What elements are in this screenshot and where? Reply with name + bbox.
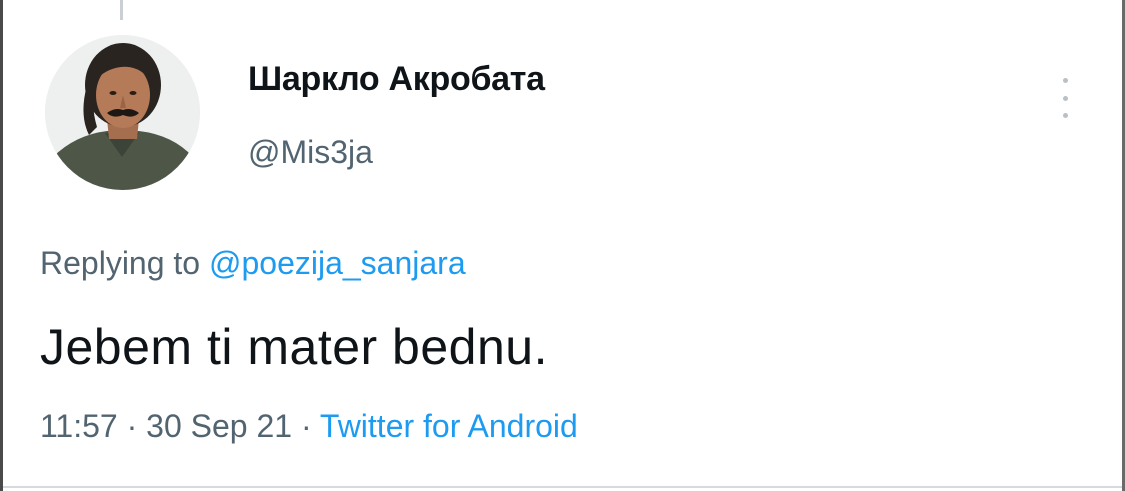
replying-to-line: Replying to @poezija_sanjara [40, 245, 466, 282]
profile-photo [45, 35, 200, 190]
tweet-date[interactable]: 30 Sep 21 [146, 408, 292, 444]
more-options-button[interactable] [1050, 78, 1080, 118]
tweet-metadata: 11:57 · 30 Sep 21 · Twitter for Android [40, 408, 578, 445]
screenshot-left-border [0, 0, 3, 491]
tweet-text: Jebem ti mater bednu. [40, 319, 548, 375]
tweet-source-link[interactable]: Twitter for Android [320, 408, 578, 444]
replying-to-label: Replying to [40, 245, 201, 281]
author-display-name[interactable]: Шаркло Акробата [248, 60, 545, 99]
meta-separator: · [300, 408, 312, 444]
tweet-time[interactable]: 11:57 [40, 408, 118, 444]
thread-connector-line [120, 0, 123, 20]
bottom-divider [3, 486, 1122, 488]
vertical-ellipsis-icon [1062, 78, 1068, 83]
reply-mention-link[interactable]: @poezija_sanjara [209, 245, 466, 281]
meta-separator: · [126, 408, 138, 444]
avatar[interactable] [45, 35, 200, 190]
author-handle[interactable]: @Mis3ja [248, 134, 373, 171]
